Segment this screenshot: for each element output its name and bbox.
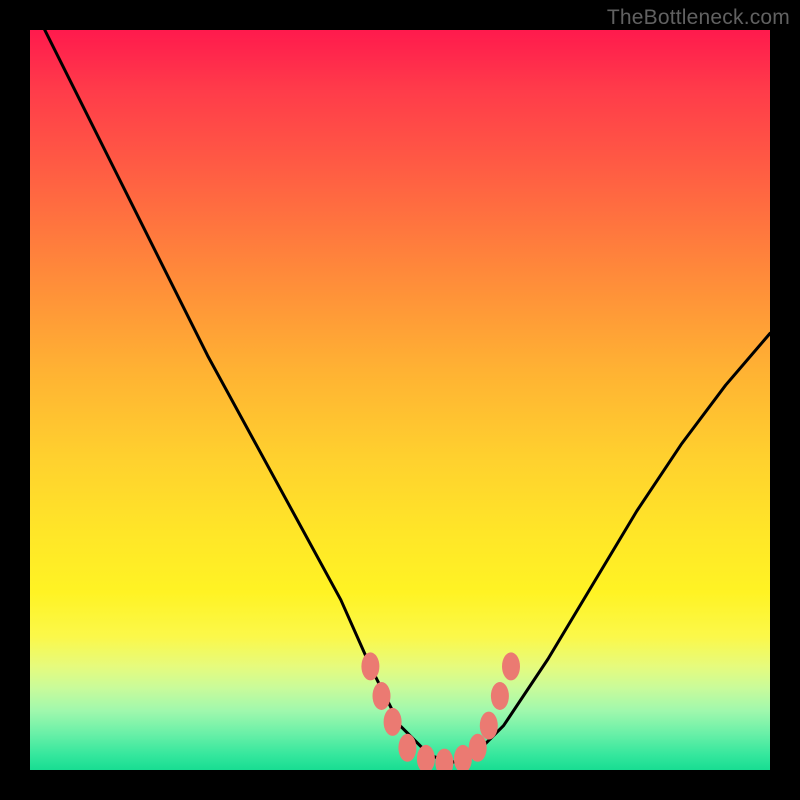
curve-marker [361,652,379,680]
chart-frame: TheBottleneck.com [0,0,800,800]
curve-marker [491,682,509,710]
curve-marker [398,734,416,762]
curve-marker [435,749,453,770]
watermark-text: TheBottleneck.com [607,6,790,30]
plot-area [30,30,770,770]
curve-marker [469,734,487,762]
curve-path [30,30,770,763]
curve-marker [417,745,435,770]
curve-marker [373,682,391,710]
curve-marker [480,712,498,740]
bottleneck-curve [30,30,770,770]
curve-marker [502,652,520,680]
curve-marker [384,708,402,736]
